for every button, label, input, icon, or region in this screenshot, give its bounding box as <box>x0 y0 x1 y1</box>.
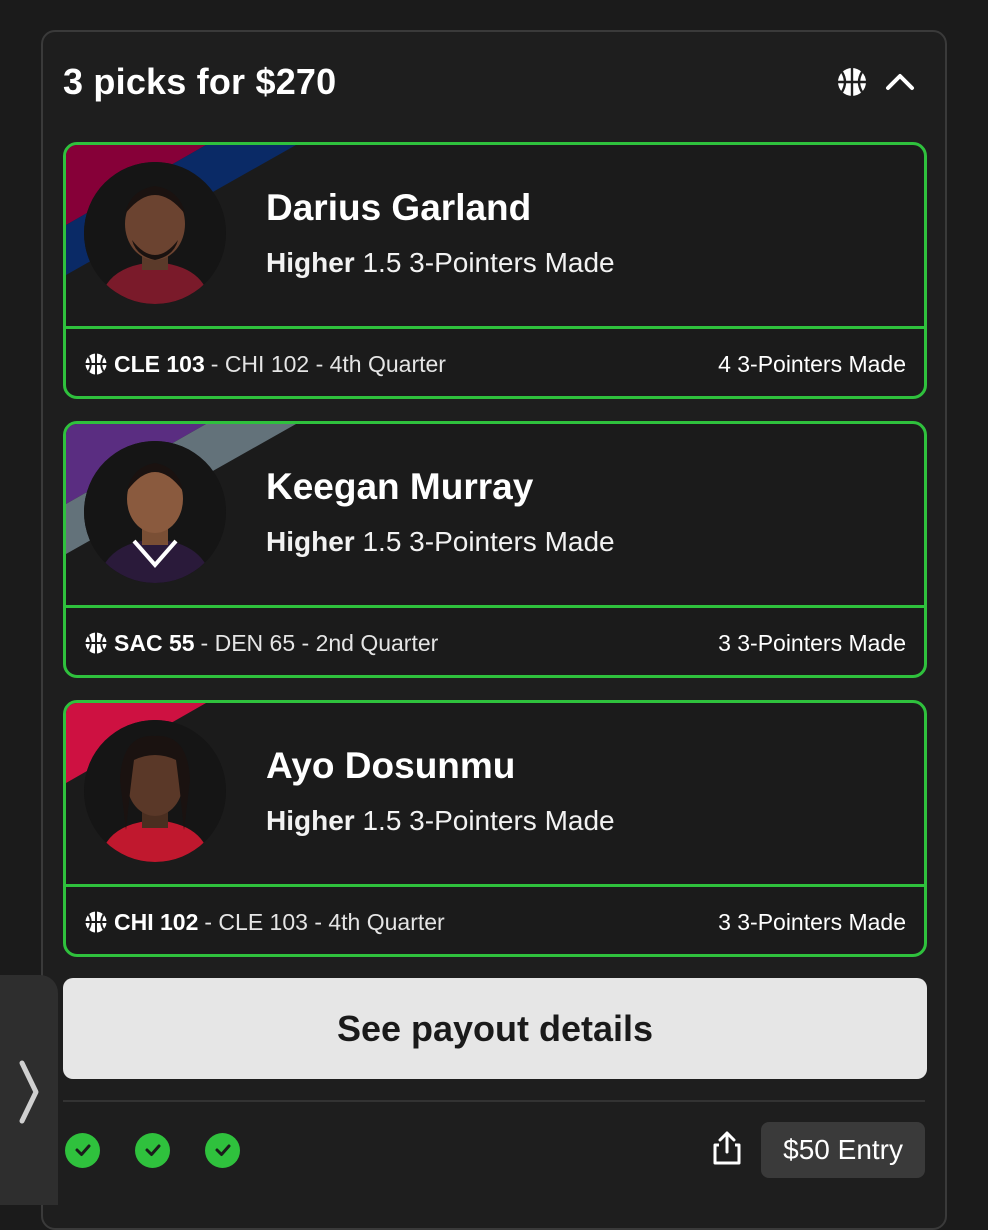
player-name: Keegan Murray <box>266 466 534 507</box>
entry-amount-badge[interactable]: $50 Entry <box>761 1122 925 1178</box>
team-score: CLE 103 <box>114 350 205 377</box>
lineup-card: 3 picks for $270 Darius Garland Higher 1… <box>41 30 947 1230</box>
check-circle-icon <box>65 1132 100 1168</box>
team-score: SAC 55 <box>114 629 195 656</box>
player-avatar <box>84 441 226 583</box>
pick-line: Higher 1.5 3-Pointers Made <box>266 247 615 278</box>
basketball-icon <box>835 65 869 99</box>
divider <box>63 1100 925 1102</box>
player-avatar <box>84 720 226 862</box>
basketball-icon <box>85 911 107 933</box>
stat-result: 3 3-Pointers Made <box>718 629 906 656</box>
basketball-icon <box>85 632 107 654</box>
team-score: CHI 102 <box>114 908 199 935</box>
pick-line: Higher 1.5 3-Pointers Made <box>266 805 615 836</box>
pick-card[interactable]: Ayo Dosunmu Higher 1.5 3-Pointers Made C… <box>63 700 927 957</box>
player-avatar <box>84 162 226 304</box>
chevron-up-icon[interactable] <box>883 65 917 99</box>
share-icon[interactable] <box>711 1130 743 1171</box>
game-status: - DEN 65 - 2nd Quarter <box>200 629 439 656</box>
basketball-icon <box>85 353 107 375</box>
pick-card[interactable]: Keegan Murray Higher 1.5 3-Pointers Made… <box>63 421 927 678</box>
game-status: - CHI 102 - 4th Quarter <box>210 350 446 377</box>
pick-line: Higher 1.5 3-Pointers Made <box>266 526 615 557</box>
see-payout-details-button[interactable]: See payout details <box>63 978 927 1079</box>
game-info: SAC 55 - DEN 65 - 2nd Quarter <box>84 630 438 657</box>
pick-card[interactable]: Darius Garland Higher 1.5 3-Pointers Mad… <box>63 142 927 399</box>
card-title: 3 picks for $270 <box>63 61 337 102</box>
game-status: - CLE 103 - 4th Quarter <box>204 908 445 935</box>
card-footer: $50 Entry <box>63 1122 925 1178</box>
player-name: Ayo Dosunmu <box>266 745 516 786</box>
player-name: Darius Garland <box>266 187 532 228</box>
game-info: CHI 102 - CLE 103 - 4th Quarter <box>84 909 445 936</box>
chevron-right-icon <box>19 1060 39 1124</box>
stat-result: 4 3-Pointers Made <box>718 350 906 377</box>
card-header: 3 picks for $270 <box>63 60 925 104</box>
stat-result: 3 3-Pointers Made <box>718 908 906 935</box>
side-drawer-tab[interactable] <box>0 975 58 1205</box>
pick-status-list <box>65 1132 240 1168</box>
check-circle-icon <box>135 1132 170 1168</box>
check-circle-icon <box>205 1132 240 1168</box>
game-info: CLE 103 - CHI 102 - 4th Quarter <box>84 351 446 378</box>
